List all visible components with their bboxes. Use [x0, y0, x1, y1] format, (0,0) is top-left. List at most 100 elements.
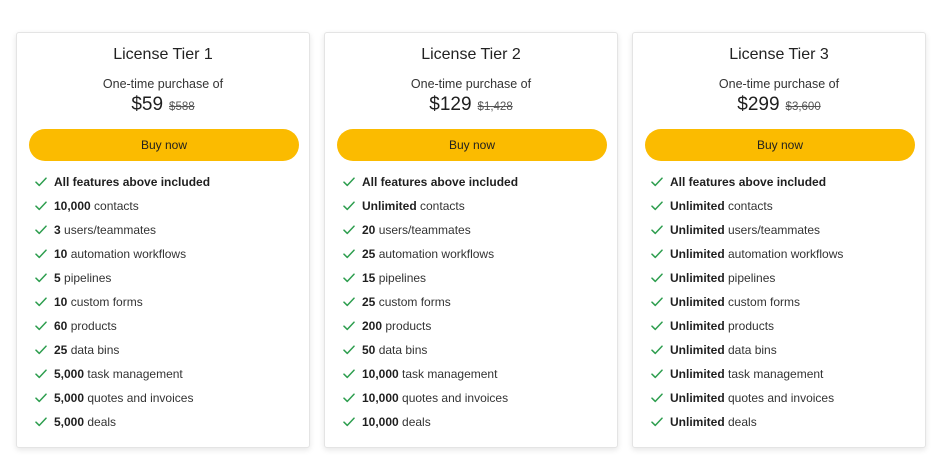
feature-item: 3 users/teammates [35, 222, 210, 246]
feature-label: contacts [724, 199, 773, 213]
pricing-card-tier-2: License Tier 2 One-time purchase of $129… [324, 32, 618, 448]
feature-value: 5,000 [54, 391, 85, 405]
feature-text: Unlimited pipelines [670, 270, 775, 286]
feature-item: 15 pipelines [343, 270, 518, 294]
feature-label: quotes and invoices [724, 391, 835, 405]
feature-label: products [724, 319, 775, 333]
feature-label: deals [84, 415, 117, 429]
buy-now-button[interactable]: Buy now [337, 129, 607, 161]
feature-item: 10,000 quotes and invoices [343, 390, 518, 414]
feature-value: 15 [362, 271, 376, 285]
feature-item: 5,000 deals [35, 414, 210, 438]
feature-value: 10,000 [54, 199, 91, 213]
checkmark-icon [651, 294, 664, 310]
feature-value: 10 [54, 247, 68, 261]
feature-value: Unlimited [670, 199, 725, 213]
feature-item: Unlimited pipelines [651, 270, 843, 294]
checkmark-icon [35, 222, 48, 238]
current-price: $299 [737, 94, 780, 115]
feature-label: users/teammates [724, 223, 821, 237]
pricing-card-tier-1: License Tier 1 One-time purchase of $59 $… [16, 32, 310, 448]
feature-value: Unlimited [670, 343, 725, 357]
feature-item: 200 products [343, 318, 518, 342]
feature-text: Unlimited contacts [670, 198, 773, 214]
feature-item: Unlimited quotes and invoices [651, 390, 843, 414]
checkmark-icon [651, 366, 664, 382]
purchase-label: One-time purchase of [102, 77, 224, 91]
feature-label: products [382, 319, 432, 333]
feature-value: 5 [54, 271, 61, 285]
feature-value: 50 [362, 343, 376, 357]
checkmark-icon [343, 198, 356, 214]
checkmark-icon [35, 318, 48, 334]
original-price: $1,428 [477, 101, 513, 113]
checkmark-icon [35, 198, 48, 214]
feature-text: All features above included [362, 174, 518, 190]
feature-item: 10,000 task management [343, 366, 518, 390]
feature-text: 25 custom forms [362, 294, 451, 310]
feature-value: Unlimited [362, 199, 417, 213]
original-price: $3,600 [785, 101, 821, 113]
feature-text: Unlimited data bins [670, 342, 777, 358]
feature-item: Unlimited data bins [651, 342, 843, 366]
feature-label: deals [398, 415, 431, 429]
feature-text: Unlimited products [670, 318, 774, 334]
feature-item: 25 data bins [35, 342, 210, 366]
checkmark-icon [343, 342, 356, 358]
feature-item: 10 custom forms [35, 294, 210, 318]
feature-value: 3 [54, 223, 61, 237]
feature-value: All features above included [54, 175, 211, 189]
feature-value: Unlimited [670, 295, 725, 309]
feature-value: 10,000 [362, 391, 399, 405]
feature-value: 10,000 [362, 415, 399, 429]
feature-value: Unlimited [670, 247, 725, 261]
checkmark-icon [35, 270, 48, 286]
purchase-label: One-time purchase of [718, 77, 840, 91]
buy-now-button[interactable]: Buy now [29, 129, 299, 161]
feature-label: pipelines [724, 271, 776, 285]
feature-label: quotes and invoices [398, 391, 509, 405]
original-price: $588 [169, 101, 195, 113]
feature-item: 5,000 task management [35, 366, 210, 390]
feature-value: 5,000 [54, 415, 85, 429]
feature-text: 10,000 quotes and invoices [362, 390, 508, 406]
price-row: $129 $1,428 [325, 94, 617, 116]
feature-text: 15 pipelines [362, 270, 426, 286]
checkmark-icon [651, 390, 664, 406]
feature-value: Unlimited [670, 367, 725, 381]
feature-label: users/teammates [375, 223, 471, 237]
feature-text: Unlimited deals [670, 414, 757, 430]
feature-label: contacts [90, 199, 139, 213]
feature-text: Unlimited task management [670, 366, 823, 382]
pricing-cards: License Tier 1 One-time purchase of $59 $… [0, 0, 949, 459]
feature-label: data bins [375, 343, 428, 357]
feature-item: Unlimited contacts [343, 198, 518, 222]
feature-value: All features above included [670, 175, 827, 189]
checkmark-icon [35, 342, 48, 358]
feature-item: 60 products [35, 318, 210, 342]
feature-label: products [67, 319, 117, 333]
feature-item: Unlimited users/teammates [651, 222, 843, 246]
checkmark-icon [651, 414, 664, 430]
buy-now-button[interactable]: Buy now [645, 129, 915, 161]
feature-value: 60 [54, 319, 68, 333]
feature-item: Unlimited custom forms [651, 294, 843, 318]
feature-item: All features above included [343, 174, 518, 198]
feature-list: All features above included Unlimited con… [343, 174, 518, 438]
price-row: $299 $3,600 [633, 94, 925, 116]
feature-label: task management [84, 367, 183, 381]
feature-text: All features above included [54, 174, 210, 190]
feature-label: task management [398, 367, 498, 381]
feature-item: All features above included [651, 174, 843, 198]
current-price: $59 [131, 94, 164, 115]
checkmark-icon [651, 318, 664, 334]
feature-label: data bins [67, 343, 120, 357]
feature-label: users/teammates [60, 223, 157, 237]
feature-item: 10,000 contacts [35, 198, 210, 222]
feature-text: 25 automation workflows [362, 246, 494, 262]
feature-item: 25 automation workflows [343, 246, 518, 270]
feature-text: 10 custom forms [54, 294, 143, 310]
feature-item: Unlimited automation workflows [651, 246, 843, 270]
checkmark-icon [35, 294, 48, 310]
feature-text: 5,000 task management [54, 366, 183, 382]
